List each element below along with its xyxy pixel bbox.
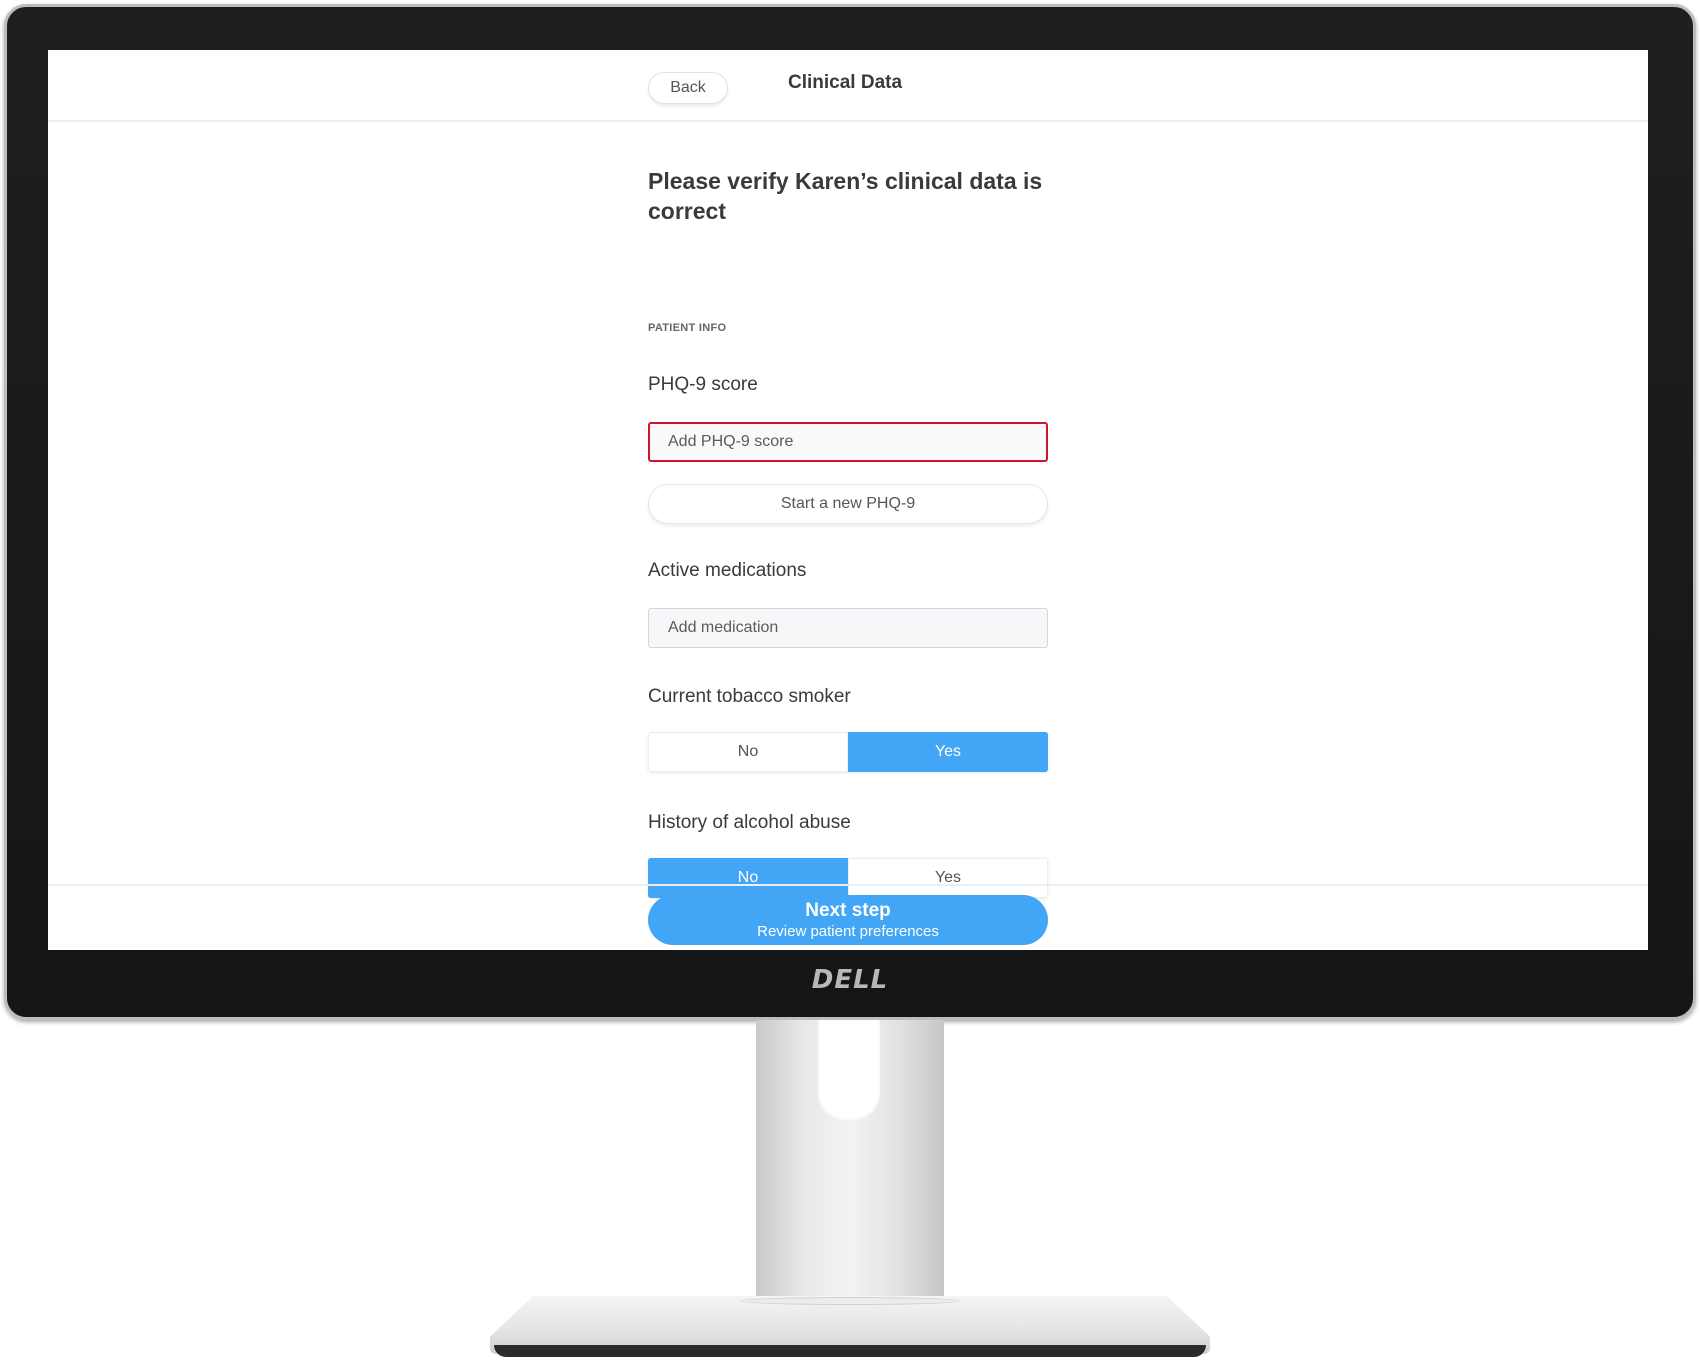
next-step-title: Next step <box>805 899 891 921</box>
phq9-label: PHQ-9 score <box>648 374 758 395</box>
next-step-button[interactable]: Next step Review patient preferences <box>648 895 1048 945</box>
back-button[interactable]: Back <box>648 72 728 104</box>
top-bar: Back Clinical Data <box>48 50 1648 122</box>
page-title: Clinical Data <box>788 72 903 93</box>
medications-label: Active medications <box>648 560 807 581</box>
alcohol-toggle: No Yes <box>648 858 1048 898</box>
alcohol-option-no[interactable]: No <box>648 858 848 898</box>
app-screen: Back Clinical Data Please verify Karen’s… <box>48 50 1648 950</box>
alcohol-label: History of alcohol abuse <box>648 812 851 833</box>
start-new-phq9-button[interactable]: Start a new PHQ-9 <box>648 484 1048 524</box>
tobacco-toggle: No Yes <box>648 732 1048 772</box>
verify-heading: Please verify Karen’s clinical data is c… <box>648 168 1043 224</box>
tobacco-option-no[interactable]: No <box>648 732 848 772</box>
footer-divider <box>48 884 1648 886</box>
monitor-stand-base-edge <box>494 1345 1206 1357</box>
section-label-patient-info: PATIENT INFO <box>648 322 727 334</box>
monitor-stand-slot <box>818 1020 880 1122</box>
medication-input[interactable] <box>648 608 1048 648</box>
monitor-stand-ring <box>740 1297 960 1305</box>
alcohol-option-yes[interactable]: Yes <box>848 858 1048 898</box>
dell-logo: DELL <box>811 965 889 995</box>
next-step-subtitle: Review patient preferences <box>757 922 939 940</box>
tobacco-label: Current tobacco smoker <box>648 686 851 707</box>
tobacco-option-yes[interactable]: Yes <box>848 732 1048 772</box>
phq9-score-input[interactable] <box>648 422 1048 462</box>
